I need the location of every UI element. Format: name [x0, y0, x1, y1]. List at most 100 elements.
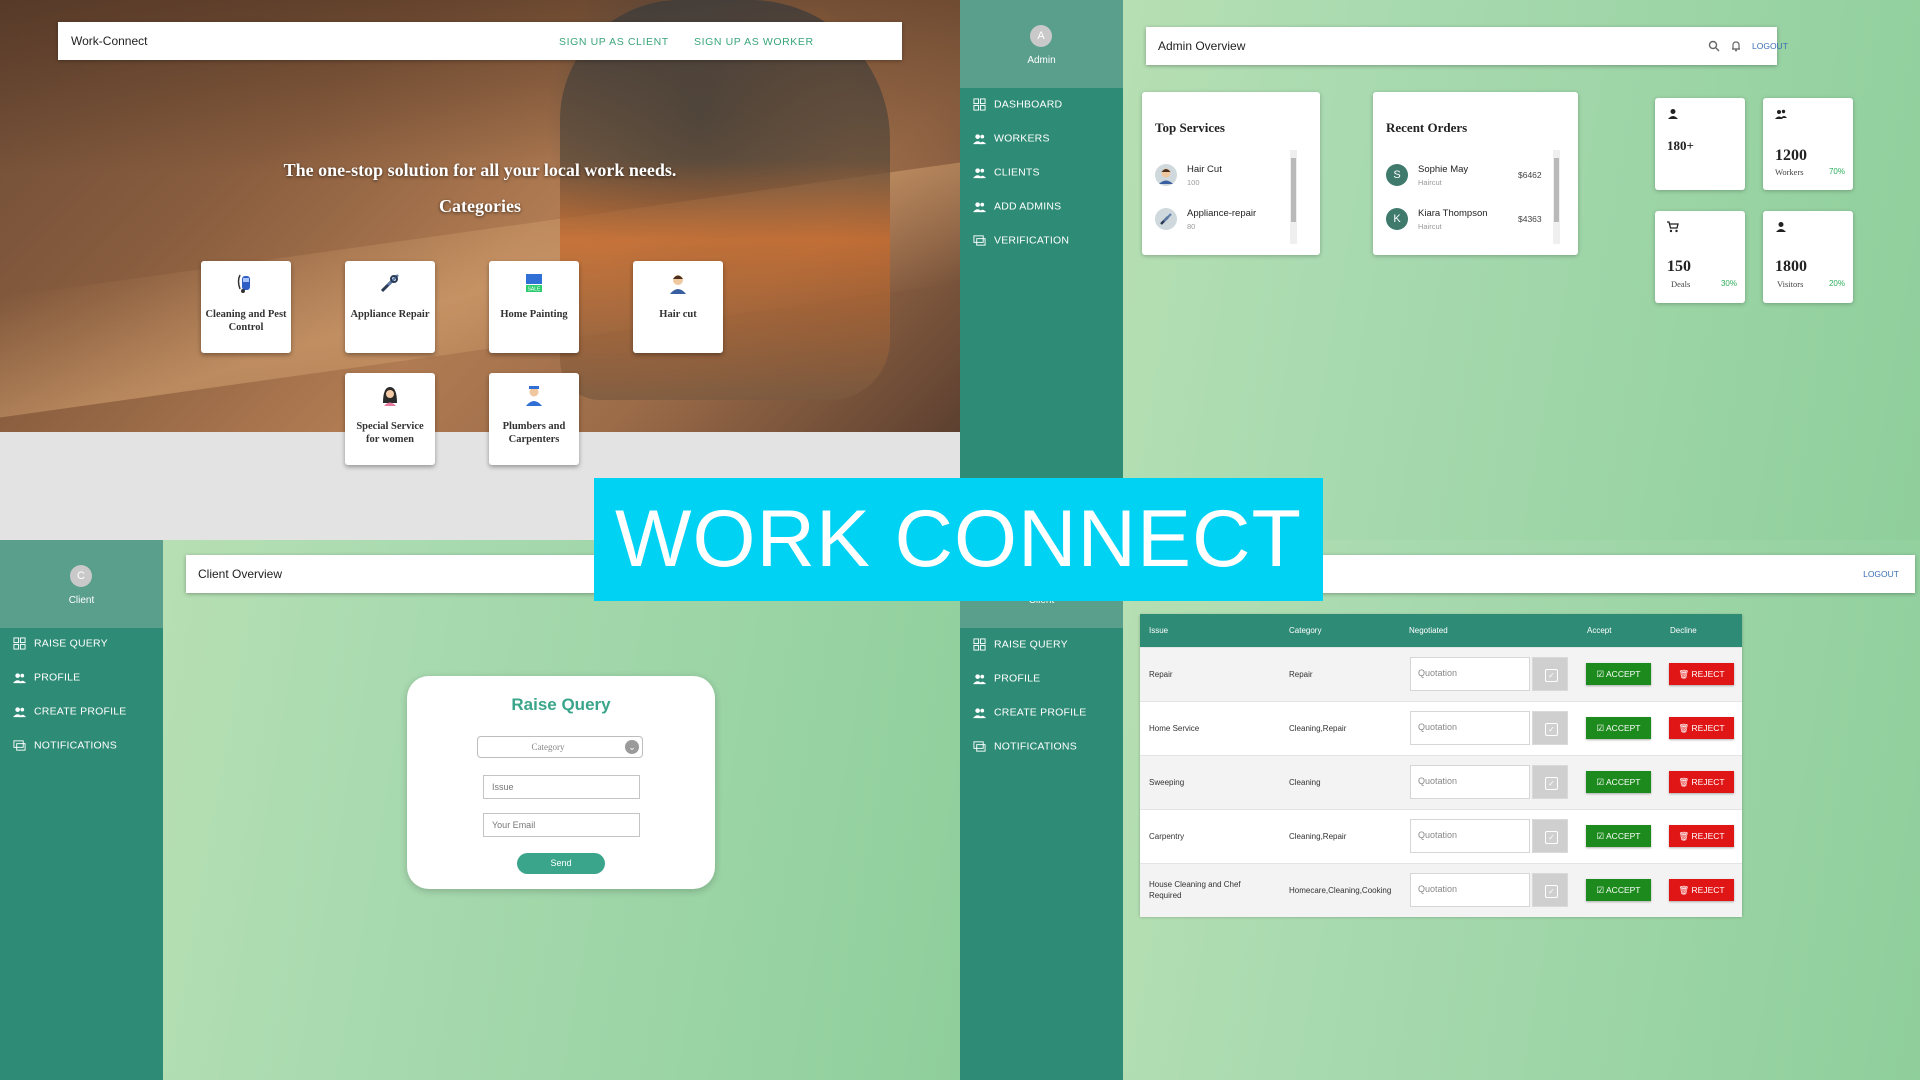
- confirm-quote-button[interactable]: ✓: [1532, 765, 1568, 799]
- accept-label: ACCEPT: [1606, 669, 1641, 679]
- confirm-quote-button[interactable]: ✓: [1532, 711, 1568, 745]
- accept-label: ACCEPT: [1606, 723, 1641, 733]
- quotation-input[interactable]: Quotation: [1410, 657, 1530, 691]
- sidebar-item-label: PROFILE: [994, 672, 1041, 685]
- sidebar-item-label: RAISE QUERY: [34, 637, 108, 650]
- bell-icon[interactable]: [1730, 40, 1742, 52]
- accept-button[interactable]: ☑ ACCEPT: [1586, 717, 1651, 739]
- email-field[interactable]: Your Email: [483, 813, 640, 837]
- scrollbar-thumb[interactable]: [1291, 158, 1296, 222]
- sidebar-item-profile[interactable]: PROFILE: [13, 671, 80, 689]
- stat-card-visitors: 1800 Visitors 20%: [1763, 211, 1853, 303]
- accept-button[interactable]: ☑ ACCEPT: [1586, 879, 1651, 901]
- stat-card-workers: 1200 Workers 70%: [1763, 98, 1853, 190]
- stat-card-deals: 150 Deals 30%: [1655, 211, 1745, 303]
- column-header-issue: Issue: [1149, 626, 1169, 635]
- stat-label: Deals: [1671, 279, 1691, 289]
- check-icon: ✓: [1545, 669, 1558, 682]
- table-row: Home Service Cleaning,Repair Quotation ✓…: [1140, 701, 1742, 755]
- quotation-input[interactable]: Quotation: [1410, 711, 1530, 745]
- chevron-down-icon[interactable]: ⌄: [625, 740, 639, 754]
- quotation-input[interactable]: Quotation: [1410, 873, 1530, 907]
- people-icon: [13, 673, 26, 684]
- cell-issue: Home Service: [1149, 724, 1200, 733]
- reject-button[interactable]: 🗑 REJECT: [1669, 879, 1734, 901]
- category-label: Cleaning and Pest Control: [205, 309, 287, 333]
- column-header-accept: Accept: [1587, 626, 1612, 635]
- cart-icon: [1667, 221, 1679, 233]
- avatar[interactable]: A: [1030, 25, 1052, 47]
- category-label: Plumbers and Carpenters: [502, 421, 566, 445]
- reject-label: REJECT: [1691, 669, 1725, 679]
- tools-avatar: [1155, 208, 1177, 230]
- cell-issue: Repair: [1149, 670, 1173, 679]
- category-card-haircut[interactable]: Hair cut: [633, 261, 723, 353]
- paint-sale-icon: SALE: [526, 274, 542, 293]
- client-sidebar: C Client RAISE QUERY PROFILE CREATE PROF…: [0, 540, 163, 1080]
- avatar-label: Admin: [1027, 55, 1056, 66]
- category-card-cleaning[interactable]: Cleaning and Pest Control: [201, 261, 291, 353]
- svg-text:SALE: SALE: [528, 287, 541, 293]
- accept-button[interactable]: ☑ ACCEPT: [1586, 825, 1651, 847]
- sidebar-item-dashboard[interactable]: DASHBOARD: [973, 98, 1062, 116]
- scrollbar-thumb[interactable]: [1554, 158, 1559, 222]
- scrollbar[interactable]: [1553, 150, 1560, 244]
- service-name: Hair Cut: [1187, 164, 1222, 175]
- sidebar-item-notifications[interactable]: NOTIFICATIONS: [973, 740, 1077, 758]
- column-header-decline: Decline: [1670, 626, 1697, 635]
- column-header-negotiated: Negotiated: [1409, 626, 1448, 635]
- accept-button[interactable]: ☑ ACCEPT: [1586, 663, 1651, 685]
- avatar[interactable]: C: [70, 565, 92, 587]
- sidebar-item-label: RAISE QUERY: [994, 638, 1068, 651]
- category-card-plumbers[interactable]: Plumbers and Carpenters: [489, 373, 579, 465]
- logout-button[interactable]: LOGOUT: [1752, 41, 1788, 51]
- sidebar-item-notifications[interactable]: NOTIFICATIONS: [13, 739, 117, 757]
- tools-icon: [380, 274, 399, 293]
- reject-button[interactable]: 🗑 REJECT: [1669, 771, 1734, 793]
- search-icon[interactable]: [1708, 40, 1720, 52]
- signup-worker-link[interactable]: SIGN UP AS WORKER: [694, 36, 814, 48]
- sidebar-item-clients[interactable]: CLIENTS: [973, 166, 1040, 184]
- sidebar-item-label: VERIFICATION: [994, 234, 1070, 247]
- admin-app-bar: Admin Overview LOGOUT: [1146, 27, 1788, 65]
- reject-button[interactable]: 🗑 REJECT: [1669, 663, 1734, 685]
- confirm-quote-button[interactable]: ✓: [1532, 819, 1568, 853]
- check-icon: ✓: [1545, 831, 1558, 844]
- table-row: Repair Repair Quotation ✓ ☑ ACCEPT 🗑 REJ…: [1140, 647, 1742, 701]
- sidebar-item-raise-query[interactable]: RAISE QUERY: [973, 638, 1068, 656]
- logout-button[interactable]: LOGOUT: [1863, 569, 1899, 579]
- cell-category: Repair: [1289, 670, 1313, 679]
- accept-button[interactable]: ☑ ACCEPT: [1586, 771, 1651, 793]
- sidebar-item-add-admins[interactable]: ADD ADMINS: [973, 200, 1061, 218]
- table-header: Issue Category Negotiated Accept Decline: [1140, 614, 1742, 647]
- signup-client-link[interactable]: SIGN UP AS CLIENT: [559, 36, 669, 48]
- send-button[interactable]: Send: [517, 853, 605, 874]
- sidebar-item-create-profile[interactable]: CREATE PROFILE: [13, 705, 126, 723]
- category-card-appliance[interactable]: Appliance Repair: [345, 261, 435, 353]
- category-card-women[interactable]: Special Service for women: [345, 373, 435, 465]
- sidebar-item-workers[interactable]: WORKERS: [973, 132, 1050, 150]
- landing-top-bar: Work-Connect SIGN UP AS CLIENT SIGN UP A…: [58, 22, 902, 60]
- sidebar-item-raise-query[interactable]: RAISE QUERY: [13, 637, 108, 655]
- orders-table: Issue Category Negotiated Accept Decline…: [1140, 614, 1742, 917]
- cell-category: Homecare,Cleaning,Cooking: [1289, 886, 1392, 895]
- client-profile-header: C Client: [0, 540, 163, 628]
- reject-button[interactable]: 🗑 REJECT: [1669, 717, 1734, 739]
- category-card-painting[interactable]: SALE Home Painting: [489, 261, 579, 353]
- confirm-quote-button[interactable]: ✓: [1532, 873, 1568, 907]
- quotation-input[interactable]: Quotation: [1410, 765, 1530, 799]
- quotation-input[interactable]: Quotation: [1410, 819, 1530, 853]
- dashboard-icon: [973, 98, 986, 111]
- issue-input[interactable]: Issue: [483, 775, 640, 799]
- sidebar-item-profile[interactable]: PROFILE: [973, 672, 1040, 690]
- cell-issue: Carpentry: [1149, 832, 1185, 841]
- category-select[interactable]: Category ⌄: [477, 736, 643, 758]
- sidebar-item-create-profile[interactable]: CREATE PROFILE: [973, 706, 1086, 724]
- scrollbar[interactable]: [1290, 150, 1297, 244]
- brand-logo[interactable]: Work-Connect: [71, 34, 147, 48]
- sidebar-item-verification[interactable]: VERIFICATION: [973, 234, 1069, 252]
- confirm-quote-button[interactable]: ✓: [1532, 657, 1568, 691]
- reject-button[interactable]: 🗑 REJECT: [1669, 825, 1734, 847]
- client-orders-sidebar: Client RAISE QUERY PROFILE CREATE PROFIL…: [960, 540, 1123, 1080]
- reject-label: REJECT: [1691, 885, 1725, 895]
